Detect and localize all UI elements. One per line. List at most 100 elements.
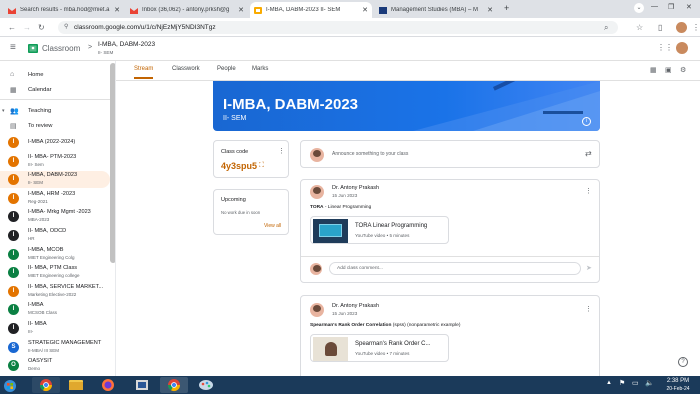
- network-icon[interactable]: ▭: [632, 379, 639, 387]
- account-avatar[interactable]: [676, 42, 688, 54]
- window-close-icon[interactable]: ✕: [686, 3, 692, 11]
- class-section: HR: [28, 236, 35, 241]
- side-panel-icon[interactable]: ▯: [658, 21, 662, 34]
- address-bar[interactable]: ⚲ classroom.google.com/u/1/c/NjEzMjY5NDI…: [58, 21, 618, 34]
- class-section: Reg-2021: [28, 198, 48, 204]
- bookmark-star-icon[interactable]: ☆: [636, 21, 643, 34]
- class-name: OASYSIT: [28, 358, 53, 365]
- class-name: I-MBA- Mrkg Mgmt -2023: [28, 209, 91, 216]
- classroom-header: ≡ Classroom > I-MBA, DABM-2023 II- SEM ⋮…: [0, 37, 700, 61]
- class-section: III- Sem: [28, 161, 44, 167]
- more-vert-icon[interactable]: ⋮: [692, 21, 700, 34]
- forward-icon[interactable]: →: [23, 21, 31, 34]
- comment-input[interactable]: Add class comment...: [329, 262, 581, 275]
- show-hidden-icons[interactable]: ▲: [606, 380, 612, 386]
- sidebar-class-item[interactable]: I II- MBA, ODCD HR: [0, 227, 110, 244]
- main-menu-icon[interactable]: ≡: [10, 43, 16, 53]
- class-section: II-MBA/ III SEM: [28, 347, 60, 353]
- sidebar-item-to-review[interactable]: ▤ To review: [0, 117, 110, 134]
- banner-title: I-MBA, DABM-2023: [223, 96, 359, 113]
- sidebar-class-item[interactable]: I II- MBA- PTM-2023 III- Sem: [0, 153, 110, 170]
- tab-stream[interactable]: Stream: [134, 66, 154, 79]
- close-icon[interactable]: ✕: [362, 6, 368, 14]
- sidebar-class-item[interactable]: I I-MBA- Mrkg Mgmt -2023 MBA-2023: [0, 208, 110, 225]
- new-tab-button[interactable]: +: [504, 3, 509, 13]
- class-name: I-MBA: [28, 302, 44, 309]
- calendar-icon[interactable]: ▦: [650, 66, 657, 74]
- tab-classwork[interactable]: Classwork: [172, 66, 200, 72]
- class-section: MIET Engineering Colg: [28, 254, 75, 260]
- sidebar-class-item[interactable]: I I-MBA, DABM-2023 II- SEM: [0, 171, 110, 189]
- class-section: Marketing Elective-2022: [28, 291, 77, 297]
- site-info-icon[interactable]: ⚲: [64, 21, 68, 34]
- volume-icon[interactable]: 🔈: [645, 379, 654, 387]
- back-icon[interactable]: ←: [8, 21, 16, 34]
- clock-date[interactable]: 20-Feb-24: [664, 386, 692, 392]
- sidebar-class-item[interactable]: I I-MBA, HRM -2023 Reg-2021: [0, 190, 110, 207]
- more-vert-icon[interactable]: ⋮: [278, 147, 285, 155]
- sidebar-class-item[interactable]: I I-MBA (2022-2024): [0, 134, 110, 151]
- media-player-icon[interactable]: [128, 377, 156, 393]
- tab-marks[interactable]: Marks: [252, 66, 268, 72]
- class-section: MCSOB Class: [28, 310, 58, 316]
- tab-people[interactable]: People: [217, 66, 236, 72]
- browser-tab-miet[interactable]: Management Studies (MBA) – M ✕: [375, 2, 497, 18]
- class-section: MIET Engineering college: [28, 273, 80, 279]
- help-icon[interactable]: ?: [678, 357, 688, 367]
- info-icon[interactable]: i: [582, 117, 591, 126]
- class-avatar: I: [8, 155, 19, 167]
- file-explorer-icon[interactable]: [62, 377, 90, 393]
- sidebar-class-item[interactable]: I II- MBA, SERVICE MARKET... Marketing Ele…: [0, 283, 110, 300]
- more-vert-icon[interactable]: ⋮: [585, 187, 592, 195]
- announce-card[interactable]: Announce something to your class ⇄: [300, 140, 600, 168]
- settings-gear-icon[interactable]: ⚙: [680, 66, 686, 74]
- fullscreen-icon[interactable]: ⛶: [259, 162, 264, 170]
- close-icon[interactable]: ✕: [114, 6, 120, 14]
- apps-grid-icon[interactable]: ⋮⋮: [657, 43, 673, 52]
- sidebar-item-calendar[interactable]: ▦ Calendar: [0, 81, 110, 98]
- close-icon[interactable]: ✕: [487, 6, 493, 14]
- sidebar-class-item[interactable]: I II- MBA, PTM Class MIET Engineering coll…: [0, 264, 110, 281]
- class-avatar: I: [8, 211, 19, 223]
- video-attachment[interactable]: TORA Linear Programming YouTube video • …: [310, 216, 449, 244]
- send-icon[interactable]: ➤: [586, 264, 592, 272]
- windows-start-icon[interactable]: [4, 379, 16, 392]
- header-class-title[interactable]: I-MBA, DABM-2023: [98, 41, 155, 48]
- browser-tab-search[interactable]: Search results - mba.hod@miet.a ✕: [4, 2, 124, 18]
- sidebar-class-item[interactable]: I I-MBA, MCOB MIET Engineering Colg: [0, 246, 110, 263]
- browser-toolbar: ← → ↻ ⚲ classroom.google.com/u/1/c/NjEzM…: [0, 18, 700, 37]
- repost-icon[interactable]: ⇄: [585, 149, 592, 158]
- profile-avatar[interactable]: [676, 22, 687, 33]
- clock-time[interactable]: 2:38 PM: [664, 378, 692, 384]
- drive-folder-icon[interactable]: ▣: [665, 66, 672, 74]
- flag-icon[interactable]: ⚑: [619, 379, 625, 387]
- post-card: Dr. Antony Prakash 15 Jun 2023 ⋮ Spearma…: [300, 295, 600, 376]
- video-thumbnail: [313, 337, 348, 361]
- chrome-taskbar-icon[interactable]: [160, 377, 188, 393]
- reload-icon[interactable]: ↻: [38, 21, 45, 34]
- video-attachment[interactable]: Spearman's Rank Order C... YouTube video…: [310, 334, 449, 362]
- view-all-link[interactable]: View all: [264, 223, 281, 229]
- minimize-icon[interactable]: —: [651, 3, 658, 10]
- app-name[interactable]: Classroom: [42, 44, 80, 53]
- class-avatar: I: [8, 304, 19, 316]
- miet-icon: [379, 6, 387, 14]
- browser-tab-inbox[interactable]: Inbox (36,062) - antony.prksh@g ✕: [126, 2, 248, 18]
- sidebar-class-item[interactable]: S STRATEGIC MANAGEMENT II-MBA/ III SEM: [0, 339, 110, 356]
- firefox-icon[interactable]: [94, 377, 122, 393]
- class-avatar: I: [8, 137, 19, 148]
- paint-icon[interactable]: [192, 377, 220, 393]
- browser-tab-classroom[interactable]: I-MBA, DABM-2023 II- SEM ✕: [250, 2, 372, 18]
- close-icon[interactable]: ✕: [238, 6, 244, 14]
- chrome-taskbar-icon[interactable]: [32, 377, 60, 393]
- sidebar-class-item[interactable]: I I-MBA MCSOB Class: [0, 301, 110, 318]
- sidebar-class-item[interactable]: I II- MBA III-: [0, 320, 110, 337]
- post-title: Spearman's Rank Order Correlation (spss)…: [310, 323, 461, 328]
- people-icon: 👥: [10, 107, 19, 115]
- chevron-down-icon[interactable]: ⌄: [634, 3, 644, 13]
- announce-input[interactable]: Announce something to your class: [332, 151, 408, 157]
- sidebar-class-item[interactable]: O OASYSIT Demo: [0, 357, 110, 374]
- search-icon[interactable]: ⌕: [604, 21, 608, 34]
- more-vert-icon[interactable]: ⋮: [585, 305, 592, 313]
- maximize-icon[interactable]: ❐: [668, 3, 674, 11]
